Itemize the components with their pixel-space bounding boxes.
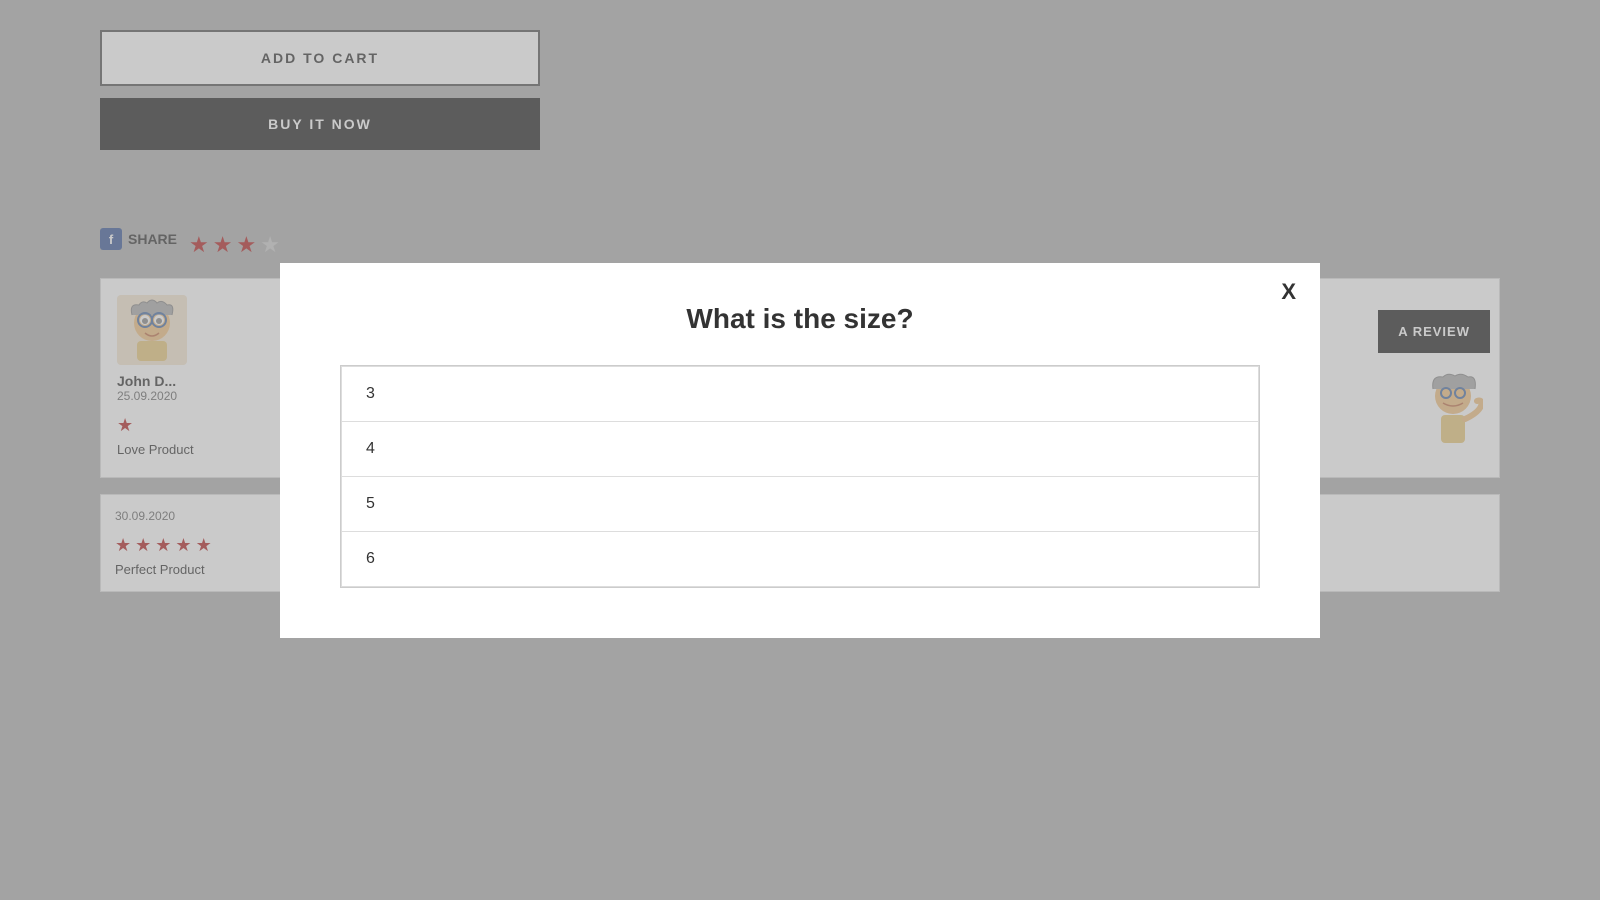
modal-overlay: X What is the size? 3 4 5 6 xyxy=(0,0,1600,900)
size-option-4[interactable]: 4 xyxy=(341,422,1259,477)
size-option-3[interactable]: 3 xyxy=(341,366,1259,422)
size-option-6[interactable]: 6 xyxy=(341,532,1259,587)
modal-close-button[interactable]: X xyxy=(1281,279,1296,305)
modal-title: What is the size? xyxy=(340,303,1260,335)
size-options-list: 3 4 5 6 xyxy=(340,365,1260,588)
size-option-5[interactable]: 5 xyxy=(341,477,1259,532)
size-selection-modal: X What is the size? 3 4 5 6 xyxy=(280,263,1320,638)
